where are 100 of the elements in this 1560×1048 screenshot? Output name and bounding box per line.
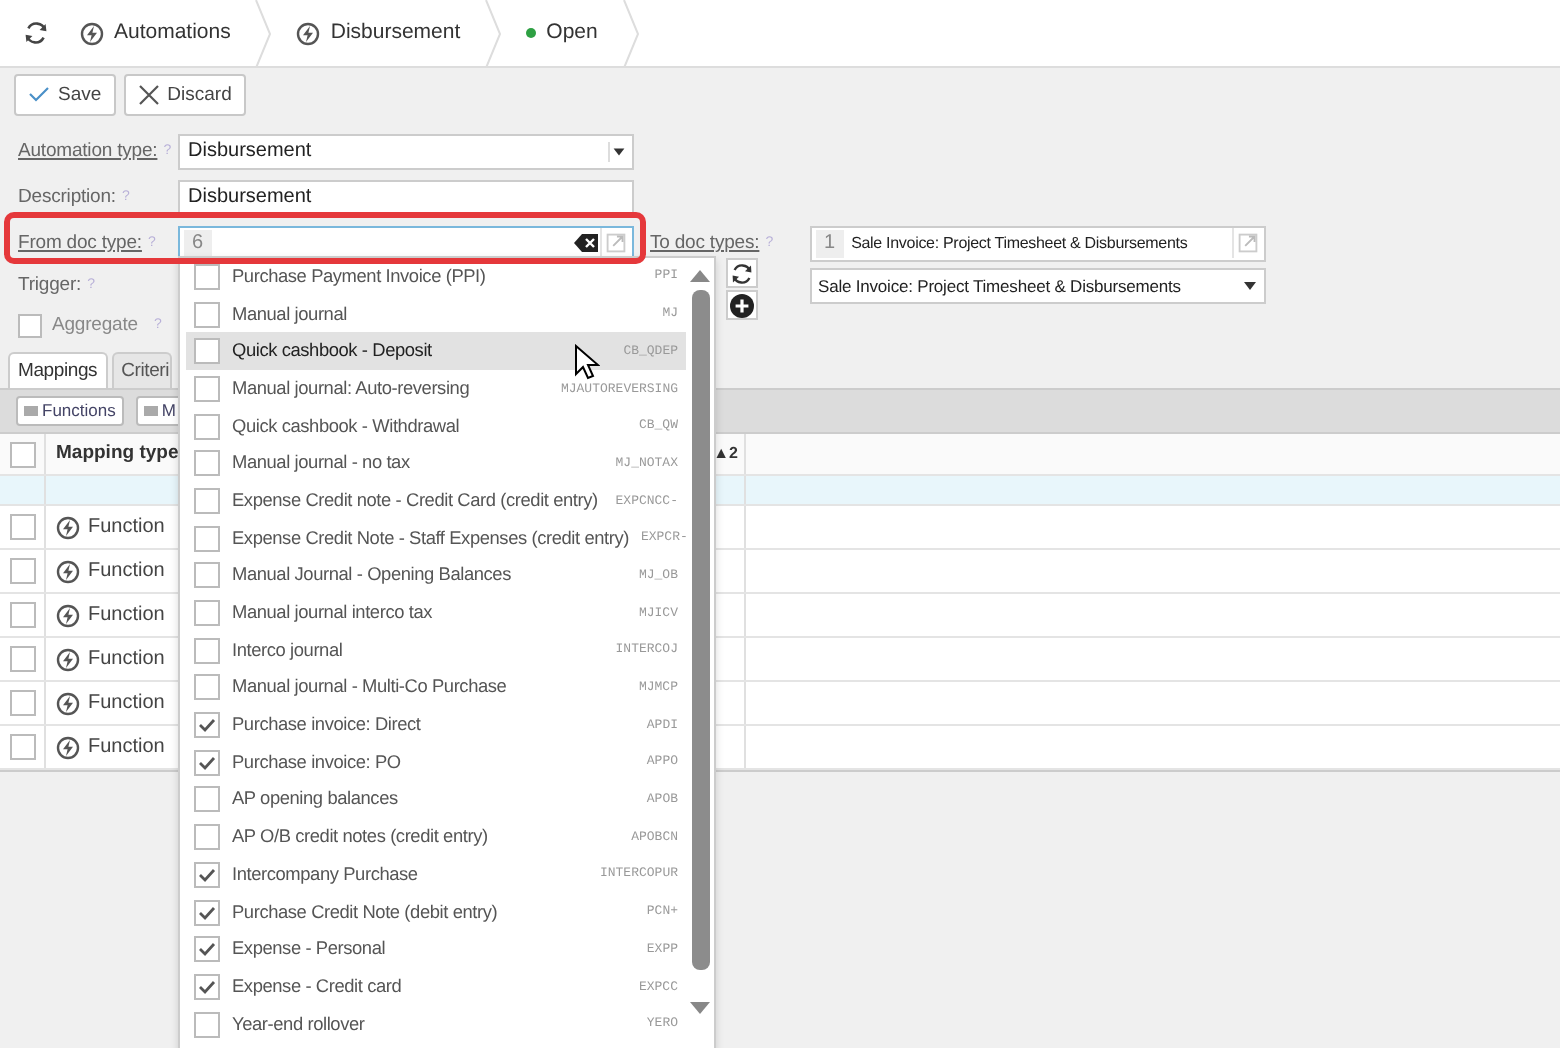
option-label: Manual journal: Auto-reversing [232, 377, 470, 400]
count-badge: 1 [816, 229, 844, 257]
checkbox-label: Aggregate [52, 314, 138, 338]
field-link[interactable]: To doc types: [650, 231, 760, 255]
checkbox[interactable] [194, 338, 220, 365]
checkbox[interactable] [9, 441, 35, 467]
bolt-icon [56, 515, 80, 539]
checkbox[interactable] [194, 824, 220, 851]
bolt-icon [56, 691, 80, 715]
text-field[interactable]: Disbursement [178, 179, 634, 215]
table-cell: Function [88, 515, 165, 539]
option-label: AP opening balances [232, 788, 398, 811]
checkbox[interactable] [194, 562, 220, 589]
field-link[interactable]: From doc type: [18, 231, 142, 255]
scrollbar-thumb[interactable] [691, 290, 709, 970]
table-cell: Function [88, 559, 165, 583]
checkbox[interactable] [9, 558, 35, 584]
option-label: Expense Credit Note - Staff Expenses (credit entry) [232, 527, 629, 550]
option-label: Manual Journal - Opening Balances [232, 564, 511, 587]
checkbox[interactable] [194, 600, 220, 627]
checkbox[interactable] [194, 450, 220, 477]
option-label: Expense - Personal [232, 938, 386, 961]
bolt-icon [296, 21, 321, 45]
checkbox[interactable] [194, 973, 220, 1000]
option-label: Purchase Credit Note (debit entry) [232, 901, 498, 924]
checkbox[interactable] [194, 674, 220, 701]
select-value: Disbursement [186, 139, 312, 163]
close-icon [137, 84, 160, 106]
status-text: Open [546, 20, 598, 46]
sort-label: ▲2 [713, 444, 738, 464]
refresh-button[interactable] [726, 258, 758, 288]
check-icon [196, 714, 218, 737]
checkbox[interactable] [194, 487, 220, 514]
table-cell: Function [88, 647, 165, 671]
checkbox[interactable] [194, 525, 220, 552]
cursor-icon [574, 344, 600, 380]
check-icon [196, 938, 218, 961]
breadcrumb-link[interactable]: Disbursement [272, 20, 485, 46]
option-label: Year-end rollover [232, 1013, 365, 1036]
option-label: Manual journal - Multi-Co Purchase [232, 676, 507, 699]
checkbox[interactable] [9, 646, 35, 672]
checkbox[interactable] [194, 301, 220, 328]
checkbox[interactable] [194, 712, 220, 739]
scroll-up-icon[interactable] [688, 266, 712, 284]
breadcrumb-text[interactable]: Automations [114, 20, 231, 46]
checkbox[interactable] [9, 734, 35, 760]
bolt-icon [56, 603, 80, 627]
option-label: Purchase invoice: Direct [232, 714, 421, 737]
field-link[interactable]: Automation type: [18, 139, 158, 163]
multiselect-field[interactable]: 1 Sale Invoice: Project Timesheet & Disbursements [810, 225, 1266, 261]
option-label: Quick cashbook - Withdrawal [232, 415, 460, 438]
select-value: Sale Invoice: Project Timesheet & Disbursements [816, 275, 1181, 297]
check-icon [28, 84, 50, 106]
bolt-icon [56, 647, 80, 671]
checkbox[interactable] [194, 936, 220, 963]
select-field[interactable]: Disbursement [178, 133, 634, 169]
table-cell: Function [88, 691, 165, 715]
checkbox[interactable] [194, 786, 220, 813]
checkbox[interactable] [194, 637, 220, 664]
tab[interactable]: Criteri [111, 352, 172, 388]
select-field[interactable]: Sale Invoice: Project Timesheet & Disbursements [810, 268, 1266, 304]
column-header[interactable]: Mapping type [56, 442, 179, 466]
toolbar-button[interactable]: M [135, 396, 184, 426]
toolbar-button[interactable]: Functions [16, 396, 124, 426]
external-link-icon[interactable] [1232, 228, 1262, 258]
discard-button[interactable]: Discard [123, 74, 246, 116]
caret-icon [608, 141, 628, 161]
checkbox[interactable] [194, 263, 220, 290]
option-label: Purchase invoice: PO [232, 751, 401, 774]
refresh-icon [24, 20, 48, 46]
save-button[interactable]: Save [14, 74, 116, 116]
square-icon [143, 406, 158, 416]
selected-value: Sale Invoice: Project Timesheet & Disbursements [851, 233, 1188, 253]
field-value: Disbursement [186, 185, 312, 209]
clear-icon[interactable] [574, 234, 598, 252]
option-label: Expense Credit note - Credit Card (credit entry) [232, 489, 598, 512]
checkbox[interactable] [194, 899, 220, 926]
add-button[interactable] [726, 290, 758, 320]
option-label: Manual journal [232, 303, 347, 326]
option-label: Expense - Credit card [232, 975, 402, 998]
breadcrumb-text[interactable]: Disbursement [330, 20, 461, 46]
checkbox[interactable] [194, 413, 220, 440]
checkbox[interactable] [9, 514, 35, 540]
checkbox[interactable] [194, 749, 220, 776]
bolt-icon [56, 559, 80, 583]
checkbox[interactable] [9, 690, 35, 716]
checkbox[interactable] [194, 375, 220, 402]
checkbox[interactable] [194, 861, 220, 888]
checkbox[interactable] [9, 602, 35, 628]
table-cell: Function [88, 603, 165, 627]
tab[interactable]: Mappings [8, 352, 108, 388]
checkbox[interactable] [194, 1011, 220, 1038]
square-icon [24, 406, 38, 416]
field-label: Trigger: [18, 274, 82, 298]
option-label: Intercompany Purchase [232, 863, 418, 886]
checkbox[interactable] [18, 314, 42, 338]
scroll-down-icon[interactable] [688, 1000, 712, 1018]
option-label: Purchase Payment Invoice (PPI) [232, 265, 486, 288]
bolt-icon [56, 735, 80, 759]
breadcrumb-link[interactable]: Automations [72, 20, 255, 46]
